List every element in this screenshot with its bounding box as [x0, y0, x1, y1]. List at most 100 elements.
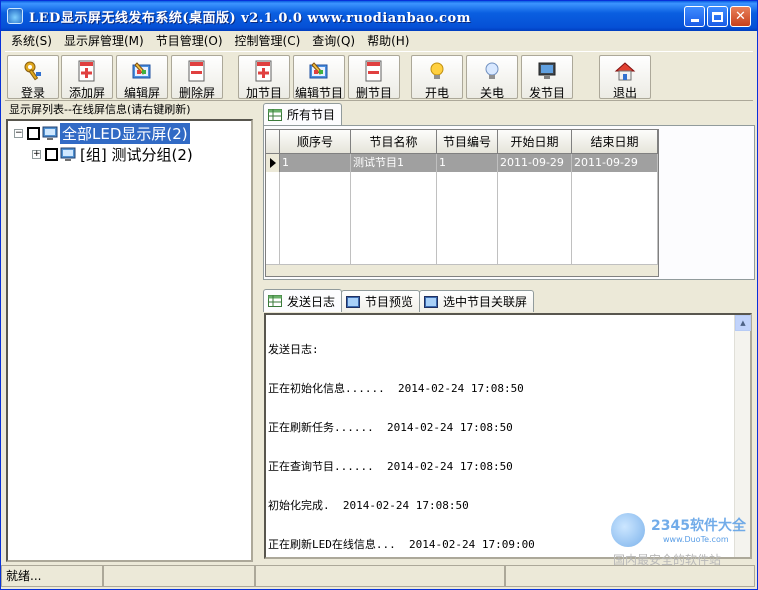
column-header-number[interactable]: 节目编号 — [437, 130, 498, 154]
send-program-label: 发节目 — [528, 86, 565, 100]
send-program-icon — [536, 60, 558, 82]
tree-checkbox[interactable] — [45, 147, 58, 161]
delete-program-label: 删节目 — [355, 86, 392, 100]
log-text: 发送日志: 正在初始化信息...... 2014-02-24 17:08:50 … — [268, 317, 535, 577]
menu-system[interactable]: 系统(S) — [5, 32, 58, 49]
grid-divider — [279, 172, 280, 264]
collapse-icon[interactable]: − — [14, 128, 23, 138]
exit-button[interactable]: 退出 — [599, 55, 651, 100]
table-icon — [268, 108, 282, 121]
tab-all-programs[interactable]: 所有节目 — [263, 103, 343, 125]
table-row[interactable]: 1 测试节目1 1 2011-09-29 2011-09-29 — [266, 154, 658, 172]
row-indicator — [266, 154, 280, 172]
cell-name[interactable]: 测试节目1 — [351, 154, 437, 172]
watermark-logo-icon — [611, 513, 645, 547]
edit-program-button[interactable]: 编辑节目 — [293, 55, 345, 100]
log-line: 正在刷新LED在线信息... 2014-02-24 17:09:00 — [268, 538, 535, 551]
tab-all-programs-label: 所有节目 — [287, 108, 336, 122]
key-login-icon — [22, 60, 44, 82]
menu-bar: 系统(S) 显示屏管理(M) 节目管理(O) 控制管理(C) 查询(Q) 帮助(… — [1, 31, 757, 50]
tree-checkbox[interactable] — [27, 126, 40, 140]
add-screen-label: 添加屏 — [68, 86, 105, 100]
power-off-bulb-icon — [481, 60, 503, 82]
power-on-button[interactable]: 开电 — [411, 55, 463, 100]
cell-start-date[interactable]: 2011-09-29 — [498, 154, 572, 172]
log-line: 正在刷新任务...... 2014-02-24 17:08:50 — [268, 421, 513, 434]
screen-list-caption: 显示屏列表--在线屏信息(请右键刷新) — [9, 103, 191, 116]
app-window: LED显示屏无线发布系统(桌面版) v2.1.0.0 www.ruodianba… — [0, 0, 758, 590]
power-on-label: 开电 — [424, 86, 449, 100]
program-grid[interactable]: 顺序号 节目名称 节目编号 开始日期 结束日期 1 测试节目1 1 2011-0… — [265, 129, 659, 277]
minimize-icon — [685, 7, 704, 26]
tree-node-label[interactable]: [组] 测试分组(2) — [78, 144, 195, 165]
screen-tree[interactable]: − 全部LED显示屏(2) + [组] 测试分组(2) — [6, 119, 253, 562]
add-screen-icon — [76, 60, 98, 82]
log-line: 正在初始化信息...... 2014-02-24 17:08:50 — [268, 382, 524, 395]
menu-screen-management[interactable]: 显示屏管理(M) — [58, 32, 150, 49]
expand-icon[interactable]: + — [32, 149, 41, 159]
login-label: 登录 — [20, 86, 45, 100]
screen-group-icon — [42, 126, 58, 140]
tree-node-all-screens[interactable]: − 全部LED显示屏(2) — [14, 122, 190, 144]
menu-control-management[interactable]: 控制管理(C) — [229, 32, 307, 49]
preview-screen-icon — [346, 295, 361, 308]
cell-end-date[interactable]: 2011-09-29 — [572, 154, 658, 172]
status-panel — [103, 565, 255, 587]
watermark: 2345软件大全 www.DuoTe.com 国内最安全的软件站 — [611, 513, 751, 567]
close-button[interactable]: ✕ — [730, 6, 751, 27]
power-off-label: 关电 — [479, 86, 504, 100]
title-bar[interactable]: LED显示屏无线发布系统(桌面版) v2.1.0.0 www.ruodianba… — [1, 1, 757, 31]
tree-node-test-group[interactable]: + [组] 测试分组(2) — [32, 144, 195, 164]
grid-header-indicator — [266, 130, 280, 154]
add-program-button[interactable]: 加节目 — [238, 55, 290, 100]
window-controls: ✕ — [684, 6, 751, 27]
menu-help[interactable]: 帮助(H) — [361, 32, 415, 49]
grid-header: 顺序号 节目名称 节目编号 开始日期 结束日期 — [266, 130, 658, 154]
column-header-name[interactable]: 节目名称 — [351, 130, 437, 154]
power-off-button[interactable]: 关电 — [466, 55, 518, 100]
screen-list-panel: 显示屏列表--在线屏信息(请右键刷新) − 全部LED显示屏(2) + [组] … — [6, 102, 253, 562]
cell-number[interactable]: 1 — [437, 154, 498, 172]
scroll-up-arrow-icon: ▲ — [740, 319, 746, 327]
send-program-button[interactable]: 发节目 — [521, 55, 573, 100]
status-panel — [505, 565, 755, 587]
add-screen-button[interactable]: 添加屏 — [61, 55, 113, 100]
grid-divider — [350, 172, 351, 264]
current-row-arrow-icon — [270, 158, 276, 168]
column-header-start-date[interactable]: 开始日期 — [498, 130, 572, 154]
tab-program-preview-label: 节目预览 — [365, 295, 414, 309]
program-tab-body: 顺序号 节目名称 节目编号 开始日期 结束日期 1 测试节目1 1 2011-0… — [263, 125, 755, 280]
delete-screen-label: 删除屏 — [178, 86, 215, 100]
close-icon: ✕ — [735, 9, 746, 24]
login-button[interactable]: 登录 — [7, 55, 59, 100]
grid-divider — [571, 172, 572, 264]
minimize-button[interactable] — [684, 6, 705, 27]
edit-screen-label: 编辑屏 — [123, 86, 160, 100]
log-line: 初始化完成. 2014-02-24 17:08:50 — [268, 499, 469, 512]
delete-program-button[interactable]: 删节目 — [348, 55, 400, 100]
tab-program-preview[interactable]: 节目预览 — [341, 290, 421, 312]
grid-footer — [266, 264, 658, 276]
linked-screen-icon — [424, 295, 439, 308]
power-on-bulb-icon — [426, 60, 448, 82]
log-line: 正在查询节目...... 2014-02-24 17:08:50 — [268, 460, 513, 473]
delete-screen-button[interactable]: 删除屏 — [171, 55, 223, 100]
maximize-button[interactable] — [707, 6, 728, 27]
menu-query[interactable]: 查询(Q) — [306, 32, 361, 49]
scroll-up-button[interactable]: ▲ — [735, 315, 751, 331]
column-header-order[interactable]: 顺序号 — [280, 130, 351, 154]
edit-screen-icon — [131, 60, 153, 82]
table-icon — [268, 295, 282, 307]
column-header-end-date[interactable]: 结束日期 — [572, 130, 658, 154]
tree-node-label[interactable]: 全部LED显示屏(2) — [60, 122, 190, 144]
tab-linked-screens-label: 选中节目关联屏 — [443, 295, 528, 309]
edit-screen-button[interactable]: 编辑屏 — [116, 55, 168, 100]
menu-program-management[interactable]: 节目管理(O) — [150, 32, 229, 49]
tab-send-log-label: 发送日志 — [287, 294, 336, 309]
toolbar: 登录 添加屏 编辑屏 删除屏 加节目 编辑节目 删节目 开电 关电 发节目 退出 — [5, 51, 753, 101]
grid-divider — [436, 172, 437, 264]
tab-send-log[interactable]: 发送日志 — [263, 289, 343, 312]
tab-linked-screens[interactable]: 选中节目关联屏 — [419, 290, 535, 312]
cell-order[interactable]: 1 — [280, 154, 351, 172]
edit-program-icon — [308, 60, 330, 82]
